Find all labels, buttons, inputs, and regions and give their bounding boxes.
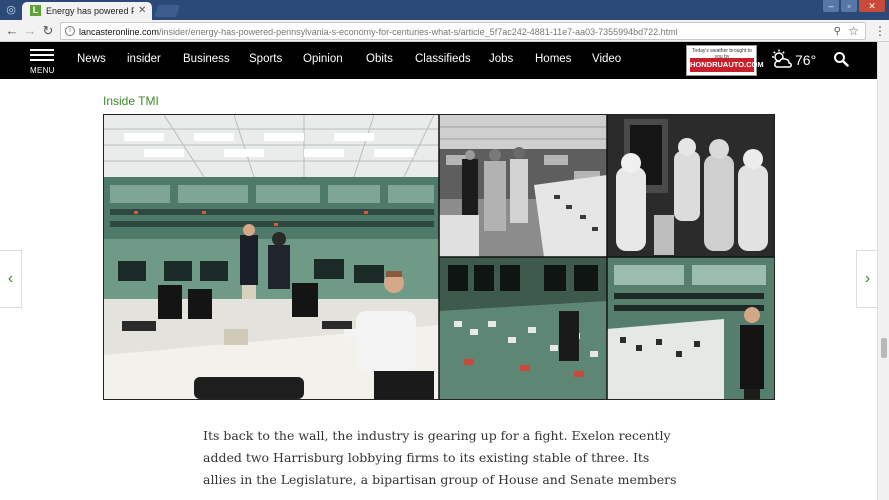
reload-icon[interactable]: ↻ bbox=[40, 23, 56, 39]
nav-item-news[interactable]: News bbox=[77, 51, 106, 67]
browser-profile-icon[interactable]: ◎ bbox=[4, 3, 18, 17]
url-path: /insider/energy-has-powered-pennsylvania… bbox=[159, 27, 678, 37]
weather-sponsor-ad[interactable]: Today's weather brought to you by HONDRU… bbox=[686, 45, 764, 76]
window-controls: – ▫ ✕ bbox=[821, 0, 885, 14]
nav-item-opinion[interactable]: Opinion bbox=[303, 51, 343, 67]
article-body: Its back to the wall, the industry is ge… bbox=[203, 425, 683, 491]
nav-item-obits[interactable]: Obits bbox=[366, 51, 393, 67]
search-icon[interactable] bbox=[833, 51, 849, 67]
nav-item-insider[interactable]: insider bbox=[127, 51, 161, 67]
browser-tab-bar: ◎ L Energy has powered Pen ✕ – ▫ ✕ bbox=[0, 0, 889, 20]
new-tab-button[interactable] bbox=[153, 5, 181, 17]
nav-item-sports[interactable]: Sports bbox=[249, 51, 282, 67]
bookmark-star-icon[interactable]: ☆ bbox=[848, 24, 859, 38]
temperature-readout[interactable]: 76° bbox=[795, 51, 816, 69]
photo-section-label: Inside TMI bbox=[103, 94, 159, 108]
next-article-arrow-icon[interactable]: › bbox=[856, 250, 877, 308]
url-text: lancasteronline.com/insider/energy-has-p… bbox=[79, 26, 678, 38]
ad-brand-logo: HONDRUAUTO.COM bbox=[690, 58, 764, 72]
control-room-photo bbox=[104, 115, 774, 399]
nav-item-homes[interactable]: Homes bbox=[535, 51, 571, 67]
site-navbar: MENU News insider Business Sports Opinio… bbox=[0, 42, 889, 79]
browser-tab[interactable]: L Energy has powered Pen ✕ bbox=[22, 2, 152, 20]
nav-item-classifieds[interactable]: Classifieds bbox=[415, 51, 471, 67]
menu-bar-line bbox=[30, 59, 54, 61]
tab-close-icon[interactable]: ✕ bbox=[138, 4, 146, 17]
url-host: lancasteronline.com bbox=[79, 27, 160, 37]
article-content: Inside TMI Its back to the wall, the ind… bbox=[0, 79, 877, 500]
address-bar[interactable]: i lancasteronline.com/insider/energy-has… bbox=[60, 22, 866, 40]
zoom-icon[interactable]: ⚲ bbox=[834, 25, 841, 38]
maximize-icon[interactable]: ▫ bbox=[841, 0, 857, 12]
menu-label: MENU bbox=[30, 66, 55, 75]
site-info-icon[interactable]: i bbox=[65, 26, 75, 36]
forward-arrow-icon[interactable]: → bbox=[22, 23, 38, 39]
minimize-icon[interactable]: – bbox=[823, 0, 839, 12]
site-favicon-icon: L bbox=[30, 5, 41, 16]
close-window-icon[interactable]: ✕ bbox=[859, 0, 885, 12]
menu-button[interactable]: MENU bbox=[30, 49, 56, 77]
article-paragraph: Its back to the wall, the industry is ge… bbox=[203, 428, 677, 487]
tab-title: Energy has powered Pen bbox=[46, 6, 134, 16]
page-scrollbar[interactable] bbox=[877, 42, 889, 500]
previous-article-arrow-icon[interactable]: ‹ bbox=[0, 250, 22, 308]
menu-bar-line bbox=[30, 54, 54, 56]
menu-bar-line bbox=[30, 49, 54, 51]
photo-collage[interactable] bbox=[103, 114, 775, 400]
nav-item-video[interactable]: Video bbox=[592, 51, 621, 67]
browser-toolbar: ← → ↻ i lancasteronline.com/insider/ener… bbox=[0, 20, 889, 42]
nav-item-jobs[interactable]: Jobs bbox=[489, 51, 513, 67]
scrollbar-thumb[interactable] bbox=[881, 338, 887, 358]
nav-item-business[interactable]: Business bbox=[183, 51, 230, 67]
browser-menu-icon[interactable]: ⋮ bbox=[874, 23, 886, 39]
back-arrow-icon[interactable]: ← bbox=[4, 23, 20, 39]
partly-cloudy-icon[interactable] bbox=[770, 49, 794, 69]
